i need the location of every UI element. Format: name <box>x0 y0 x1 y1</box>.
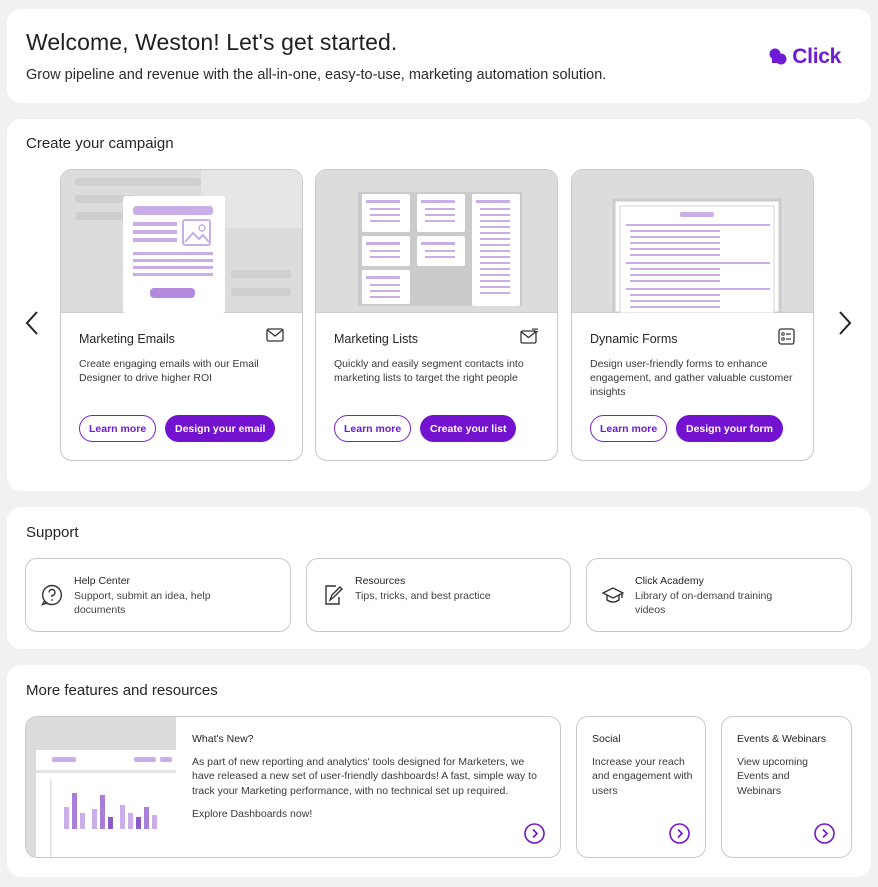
form-icon <box>778 328 795 350</box>
sup-title: Help Center <box>74 575 131 587</box>
card-description: Quickly and easily segment contacts into… <box>334 358 524 384</box>
sup-title: Resources <box>355 575 406 587</box>
whats-new-title: What's New? <box>192 733 254 745</box>
events-go-button[interactable] <box>814 823 835 849</box>
resources-card[interactable]: Resources Tips, tricks, and best practic… <box>306 558 571 632</box>
design-email-button[interactable]: Design your email <box>165 415 276 442</box>
click-logo-text: Click <box>792 45 841 68</box>
support-panel: Support Help Center Support, submit an i… <box>7 507 871 649</box>
whats-new-card: What's New? As part of new reporting and… <box>25 716 561 858</box>
social-title: Social <box>592 733 621 745</box>
social-go-button[interactable] <box>669 823 690 849</box>
sup-title: Click Academy <box>635 575 704 587</box>
design-form-button[interactable]: Design your form <box>676 415 783 442</box>
card-title: Dynamic Forms <box>590 332 678 346</box>
arrow-circle-right-icon <box>524 823 545 844</box>
question-circle-icon <box>40 584 63 611</box>
sup-description: Tips, tricks, and best practice <box>355 590 491 602</box>
edit-document-icon <box>322 584 344 611</box>
envelope-icon <box>266 328 284 347</box>
arrow-circle-right-icon <box>669 823 690 844</box>
dashboard-illustration <box>26 717 176 857</box>
lists-illustration <box>316 170 557 313</box>
whats-new-description: As part of new reporting and analytics' … <box>192 756 537 797</box>
sup-description: Library of on-demand training videos <box>635 590 773 616</box>
card-title: Marketing Lists <box>334 332 419 346</box>
sup-description: Support, submit an idea, help documents <box>74 590 211 616</box>
campaign-card-lists: Marketing Lists Quickly and easily segme… <box>315 169 558 461</box>
welcome-title: Welcome, Weston! Let's get started. <box>26 29 398 55</box>
envelope-list-icon <box>520 328 539 349</box>
events-description: View upcoming Events and Webinars <box>737 756 809 797</box>
features-panel: More features and resources What's New? … <box>7 665 871 877</box>
whats-new-go-button[interactable] <box>524 823 545 849</box>
welcome-subtitle: Grow pipeline and revenue with the all-i… <box>26 67 607 83</box>
welcome-panel: Welcome, Weston! Let's get started. Grow… <box>7 9 871 103</box>
learn-more-lists-button[interactable]: Learn more <box>334 415 412 442</box>
graduation-cap-icon <box>601 584 625 611</box>
features-section-title: More features and resources <box>26 682 218 699</box>
click-logo-icon <box>769 48 787 65</box>
events-card: Events & Webinars View upcoming Events a… <box>721 716 852 858</box>
campaign-section-title: Create your campaign <box>26 135 174 152</box>
create-list-button[interactable]: Create your list <box>420 415 517 442</box>
events-title: Events & Webinars <box>737 733 827 745</box>
carousel-next-button[interactable] <box>834 309 856 337</box>
email-illustration <box>61 170 302 313</box>
arrow-circle-right-icon <box>814 823 835 844</box>
card-title: Marketing Emails <box>79 332 175 346</box>
click-academy-card[interactable]: Click Academy Library of on-demand train… <box>586 558 852 632</box>
chevron-left-icon <box>25 311 38 335</box>
campaign-panel: Create your campaign Marketing Emails Cr… <box>7 119 871 491</box>
card-description: Create engaging emails with our Email De… <box>79 358 259 384</box>
support-section-title: Support <box>26 524 79 541</box>
campaign-card-emails: Marketing Emails Create engaging emails … <box>60 169 303 461</box>
social-description: Increase your reach and engagement with … <box>592 756 693 797</box>
chevron-right-icon <box>839 311 852 335</box>
carousel-prev-button[interactable] <box>21 309 43 337</box>
learn-more-forms-button[interactable]: Learn more <box>590 415 668 442</box>
social-card: Social Increase your reach and engagemen… <box>576 716 706 858</box>
forms-illustration <box>572 170 813 315</box>
learn-more-emails-button[interactable]: Learn more <box>79 415 157 442</box>
help-center-card[interactable]: Help Center Support, submit an idea, hel… <box>25 558 291 632</box>
explore-dashboards-link[interactable]: Explore Dashboards now! <box>192 807 392 821</box>
card-description: Design user-friendly forms to enhance en… <box>590 358 793 398</box>
campaign-card-forms: Dynamic Forms Design user-friendly forms… <box>571 169 814 461</box>
click-logo: Click <box>769 45 841 69</box>
